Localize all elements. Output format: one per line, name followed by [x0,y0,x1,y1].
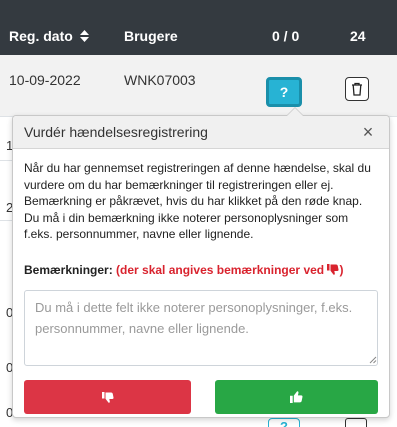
header-reg-dato-label: Reg. dato [9,28,73,44]
thumbs-up-icon [290,391,303,403]
row-date: 10-09-2022 [9,72,81,88]
table-header: Reg. dato Brugere 0 / 0 24 [0,0,397,55]
header-brugere[interactable]: Brugere [124,28,178,44]
sort-icon[interactable] [79,29,89,45]
evaluate-button[interactable]: ? [268,418,300,427]
header-count: 0 / 0 [272,28,300,44]
popover-description: Når du har gennemset registreringen af d… [24,161,371,241]
evaluate-button[interactable]: ? [266,77,302,107]
popover-header: Vurdér hændelsesregistrering × [13,116,389,149]
close-icon[interactable]: × [360,122,376,142]
row-user: WNK07003 [124,72,196,88]
table-row: 10-09-2022 WNK07003 [0,55,397,117]
popover-arrow-fill [287,108,303,116]
remarks-required-close: ) [339,263,344,277]
row-divider [0,160,12,161]
header-reg-dato[interactable]: Reg. dato [9,28,89,45]
row-divider [0,220,12,221]
thumbs-down-icon [327,264,339,275]
popover-title: Vurdér hændelsesregistrering [24,124,208,140]
remarks-label-text: Bemærkninger: [24,263,113,277]
delete-button[interactable] [345,77,369,101]
header-number: 24 [350,28,366,44]
remarks-label: Bemærkninger: (der skal angives bemærkni… [24,263,343,277]
remarks-required-note: (der skal angives bemærkninger ved ) [116,263,343,277]
question-mark-icon: ? [279,84,289,100]
thumbs-down-button[interactable] [24,380,191,414]
remarks-required-text: (der skal angives bemærkninger ved [116,263,325,277]
thumbs-down-icon [101,391,114,403]
remarks-textarea[interactable] [24,290,378,366]
trash-icon [352,82,362,96]
evaluate-popover: Vurdér hændelsesregistrering × Når du ha… [12,107,390,418]
thumbs-up-button[interactable] [215,380,378,414]
resize-handle-icon[interactable] [369,356,377,364]
delete-button[interactable] [345,418,367,427]
